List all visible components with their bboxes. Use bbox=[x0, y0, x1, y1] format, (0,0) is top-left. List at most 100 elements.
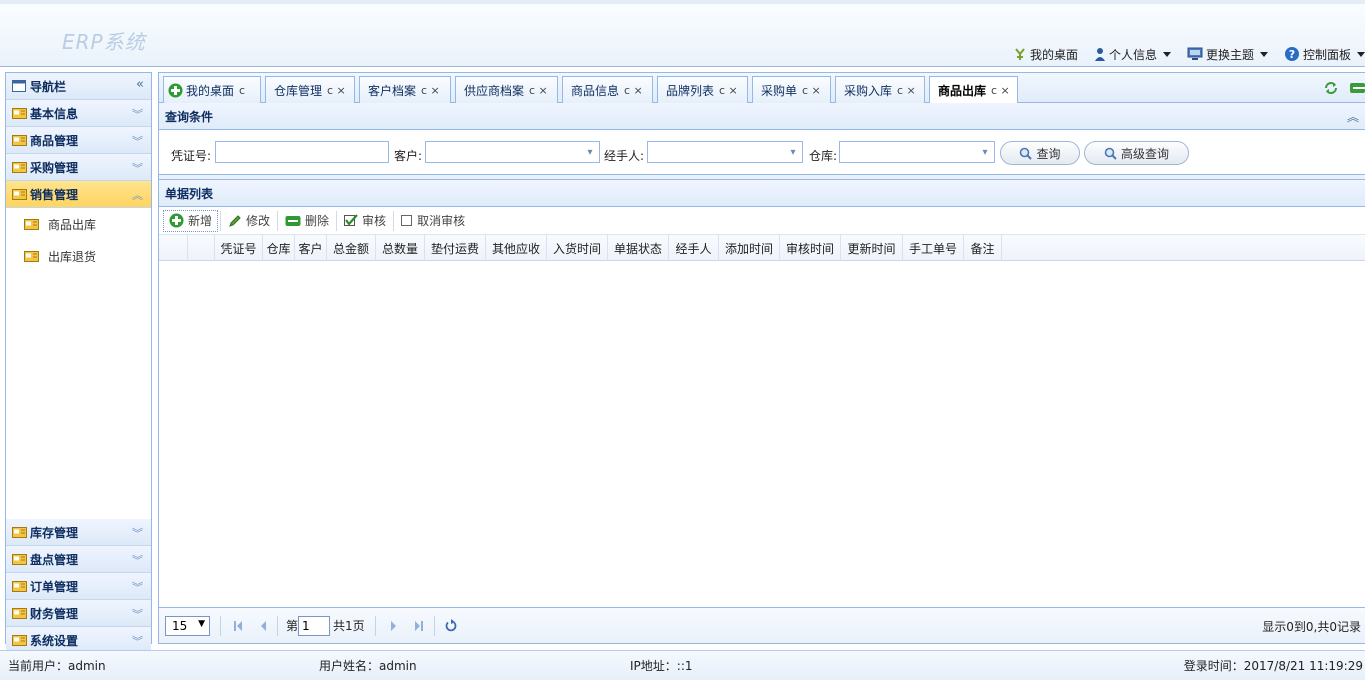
tab[interactable]: 仓库管理 c × bbox=[265, 76, 355, 103]
edit-button[interactable]: 修改 bbox=[223, 210, 275, 232]
tab[interactable]: 商品出库 c × bbox=[929, 76, 1018, 104]
audit-button[interactable]: 审核 bbox=[339, 210, 391, 232]
pager-divider bbox=[277, 615, 278, 636]
refresh-icon[interactable] bbox=[1323, 80, 1339, 96]
sidebar-item[interactable]: 商品出库 bbox=[6, 208, 151, 240]
handler-select[interactable]: ▾ bbox=[647, 141, 803, 163]
tab-close-icon[interactable]: c × bbox=[897, 84, 916, 97]
column-header[interactable]: 总金额 bbox=[327, 235, 376, 261]
control-panel-menu[interactable]: ? 控制面板 bbox=[1284, 46, 1365, 63]
column-header[interactable]: 其他应收 bbox=[486, 235, 547, 261]
previous-page-icon[interactable] bbox=[259, 620, 267, 632]
user-name: 用户姓名：admin bbox=[319, 659, 417, 673]
column-header[interactable]: 审核时间 bbox=[780, 235, 841, 261]
reload-icon[interactable] bbox=[445, 619, 457, 632]
add-button[interactable]: 新增 bbox=[163, 209, 219, 232]
page-number-input[interactable]: 1 bbox=[298, 615, 331, 636]
sidebar-group-label: 销售管理 bbox=[30, 187, 79, 202]
tab[interactable]: 品牌列表 c × bbox=[657, 76, 748, 103]
column-header[interactable]: 客户 bbox=[295, 235, 327, 261]
sidebar-group-label: 基本信息 bbox=[30, 106, 79, 121]
first-page-icon[interactable] bbox=[233, 620, 243, 632]
sidebar-group-label: 库存管理 bbox=[30, 525, 79, 540]
sidebar-group[interactable]: 盘点管理 ︾ bbox=[6, 546, 151, 573]
my-desktop-link[interactable]: 我的桌面 bbox=[1013, 46, 1078, 63]
page-number-value: 1 bbox=[302, 618, 310, 633]
chevron-down-icon: ︾ bbox=[132, 527, 143, 540]
column-header[interactable]: 凭证号 bbox=[215, 235, 263, 261]
next-page-icon[interactable] bbox=[390, 620, 398, 632]
toolbar-divider bbox=[393, 210, 395, 231]
chevron-down-icon bbox=[1162, 51, 1171, 57]
customer-select[interactable]: ▾ bbox=[425, 141, 600, 163]
advanced-search-button[interactable]: 高级查询 bbox=[1084, 141, 1189, 165]
sidebar-group[interactable]: 商品管理 ︾ bbox=[6, 127, 151, 154]
tab[interactable]: 供应商档案 c × bbox=[455, 76, 558, 103]
my-desktop-label: 我的桌面 bbox=[1029, 47, 1078, 62]
tab-close-icon[interactable]: c × bbox=[802, 84, 821, 97]
sidebar-group[interactable]: 库存管理 ︾ bbox=[6, 519, 151, 546]
column-header[interactable]: 总数量 bbox=[376, 235, 425, 261]
search-button[interactable]: 查询 bbox=[1000, 141, 1080, 165]
tab[interactable]: 商品信息 c × bbox=[562, 76, 653, 103]
theme-icon bbox=[1187, 47, 1203, 60]
sidebar-group[interactable]: 订单管理 ︾ bbox=[6, 573, 151, 600]
status-bar: 当前用户：admin 用户姓名：admin IP地址：::1 登录时间：2017… bbox=[0, 650, 1365, 680]
pager-divider bbox=[220, 615, 221, 636]
app-logo: ERP系统 bbox=[62, 30, 146, 54]
tab-close-icon[interactable]: c bbox=[239, 84, 245, 97]
login-time: 登录时间：2017/8/21 11:19:29 bbox=[1183, 659, 1363, 673]
column-header[interactable]: 手工单号 bbox=[903, 235, 964, 261]
minus-icon[interactable] bbox=[1349, 82, 1365, 94]
column-header[interactable]: 备注 bbox=[964, 235, 1002, 261]
plus-icon bbox=[169, 213, 184, 228]
chevron-down-icon[interactable]: ▾ bbox=[784, 142, 802, 162]
chevron-down-icon[interactable]: ▾ bbox=[581, 142, 599, 162]
sidebar-group-label: 财务管理 bbox=[30, 606, 79, 621]
tab-close-icon[interactable]: c × bbox=[624, 84, 643, 97]
sidebar-group[interactable]: 财务管理 ︾ bbox=[6, 600, 151, 627]
warehouse-select[interactable]: ▾ bbox=[839, 141, 995, 163]
personal-info-menu[interactable]: 个人信息 bbox=[1094, 46, 1171, 63]
tab[interactable]: 采购入库 c × bbox=[835, 76, 925, 103]
change-theme-label: 更换主题 bbox=[1205, 47, 1254, 62]
last-page-icon[interactable] bbox=[414, 620, 424, 632]
folder-card-icon bbox=[12, 134, 27, 146]
chevron-down-icon bbox=[1357, 51, 1365, 57]
sidebar-group[interactable]: 采购管理 ︾ bbox=[6, 154, 151, 181]
change-theme-menu[interactable]: 更换主题 bbox=[1187, 46, 1268, 63]
list-title: 单据列表 bbox=[165, 186, 214, 201]
tab-close-icon[interactable]: c × bbox=[991, 84, 1010, 97]
column-header[interactable]: 单据状态 bbox=[608, 235, 669, 261]
tab[interactable]: 我的桌面 c bbox=[163, 76, 261, 103]
tab[interactable]: 客户档案 c × bbox=[359, 76, 451, 103]
folder-card-icon bbox=[12, 580, 27, 592]
grid-body bbox=[159, 261, 1365, 592]
voucher-input[interactable] bbox=[215, 141, 389, 163]
collapse-query-icon[interactable]: ︽ bbox=[1347, 108, 1359, 125]
chevron-down-icon: ︾ bbox=[132, 554, 143, 567]
tab-close-icon[interactable]: c × bbox=[719, 84, 738, 97]
tab-close-icon[interactable]: c × bbox=[327, 84, 346, 97]
column-header[interactable]: 经手人 bbox=[669, 235, 719, 261]
tab[interactable]: 采购单 c × bbox=[752, 76, 831, 103]
cancel-audit-button[interactable]: 取消审核 bbox=[396, 210, 470, 232]
tab-label: 品牌列表 bbox=[666, 83, 715, 98]
delete-button-label: 删除 bbox=[305, 214, 330, 228]
chevron-down-icon[interactable]: ▾ bbox=[976, 142, 994, 162]
sidebar-group-sales[interactable]: 销售管理 ︽ bbox=[6, 181, 151, 208]
tab-label: 仓库管理 bbox=[274, 83, 323, 98]
select-all-header[interactable] bbox=[188, 235, 215, 261]
sidebar-group[interactable]: 基本信息 ︾ bbox=[6, 100, 151, 127]
column-header[interactable]: 仓库 bbox=[263, 235, 295, 261]
column-header[interactable]: 添加时间 bbox=[719, 235, 780, 261]
tab-close-icon[interactable]: c × bbox=[529, 84, 548, 97]
column-header[interactable]: 更新时间 bbox=[841, 235, 903, 261]
page-size-select[interactable]: 15 ▼ bbox=[165, 615, 210, 636]
column-header[interactable]: 入货时间 bbox=[547, 235, 608, 261]
delete-button[interactable]: 删除 bbox=[280, 210, 334, 232]
tab-close-icon[interactable]: c × bbox=[421, 84, 440, 97]
collapse-sidebar-icon[interactable]: « bbox=[136, 77, 144, 92]
sidebar-item[interactable]: 出库退货 bbox=[6, 240, 151, 272]
column-header[interactable]: 垫付运费 bbox=[425, 235, 486, 261]
